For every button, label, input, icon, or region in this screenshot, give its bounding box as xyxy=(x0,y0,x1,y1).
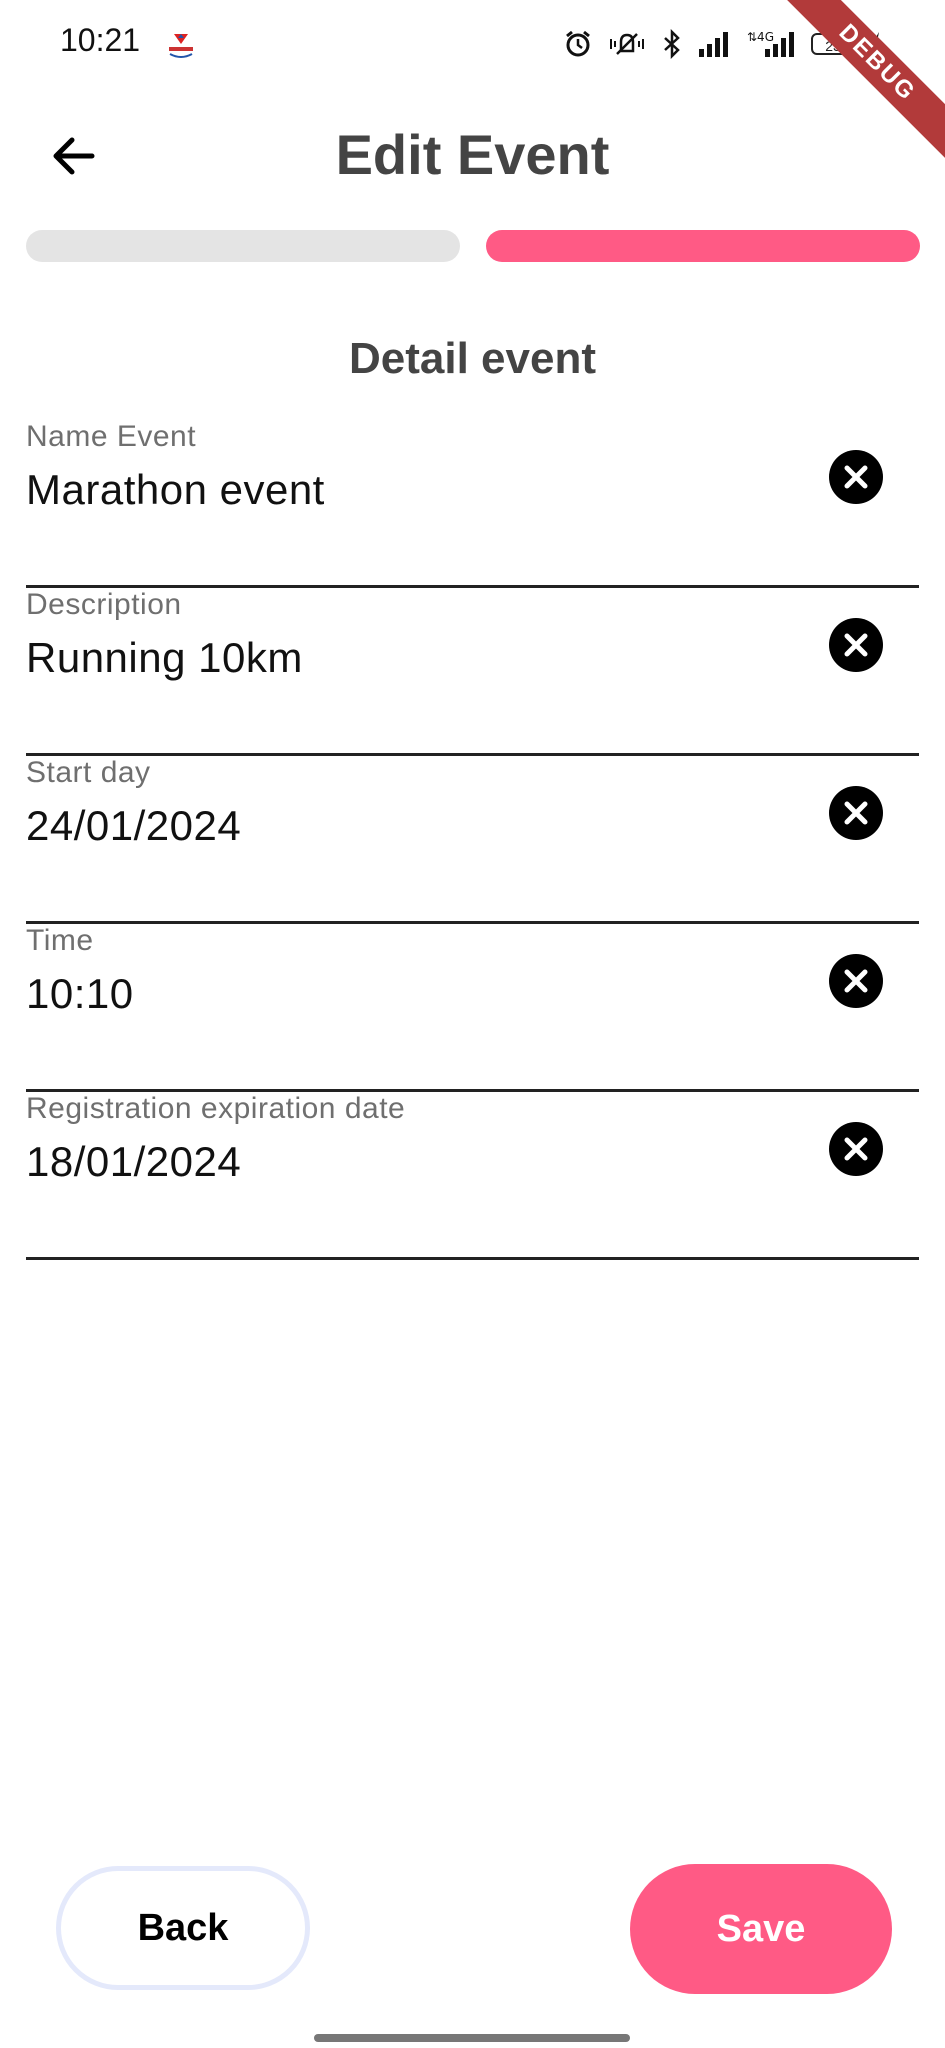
vibrate-icon xyxy=(607,29,647,59)
clear-icon[interactable] xyxy=(829,450,883,504)
field-label: Name Event xyxy=(26,420,197,453)
status-bar: 10:21 ⇅4G 23 DEBUG xyxy=(0,0,945,169)
field-label: Description xyxy=(26,588,182,621)
save-button[interactable]: Save xyxy=(630,1864,892,1994)
field-label: Time xyxy=(26,924,94,957)
bluetooth-icon xyxy=(661,29,683,59)
field-value[interactable]: 24/01/2024 xyxy=(26,802,241,850)
field-label: Registration expiration date xyxy=(26,1092,406,1125)
4g-signal-icon: ⇅4G xyxy=(745,29,797,59)
signal-icon xyxy=(697,29,731,59)
svg-text:⇅4G: ⇅4G xyxy=(747,30,774,44)
clear-icon[interactable] xyxy=(829,618,883,672)
page-title: Edit Event xyxy=(335,123,610,186)
alarm-icon xyxy=(563,29,593,59)
status-time: 10:21 xyxy=(60,22,141,58)
home-indicator[interactable] xyxy=(314,2034,630,2042)
field-value[interactable]: 18/01/2024 xyxy=(26,1138,241,1186)
field-time[interactable]: Time 10:10 xyxy=(26,924,919,1092)
clear-icon[interactable] xyxy=(829,1122,883,1176)
field-description[interactable]: Description Running 10km xyxy=(26,588,919,756)
section-title: Detail event xyxy=(349,334,596,383)
field-label: Start day xyxy=(26,756,151,789)
clear-icon[interactable] xyxy=(829,786,883,840)
field-start-day[interactable]: Start day 24/01/2024 xyxy=(26,756,919,924)
app-logo-icon xyxy=(166,30,196,60)
progress-step-1 xyxy=(26,230,460,262)
progress-step-2 xyxy=(486,230,920,262)
field-value[interactable]: Running 10km xyxy=(26,634,303,682)
field-value[interactable]: 10:10 xyxy=(26,970,134,1018)
clear-icon[interactable] xyxy=(829,954,883,1008)
field-value[interactable]: Marathon event xyxy=(26,466,325,514)
field-name-event[interactable]: Name Event Marathon event xyxy=(26,420,919,588)
back-button[interactable]: Back xyxy=(56,1866,310,1990)
field-registration-expiration[interactable]: Registration expiration date 18/01/2024 xyxy=(26,1092,919,1260)
